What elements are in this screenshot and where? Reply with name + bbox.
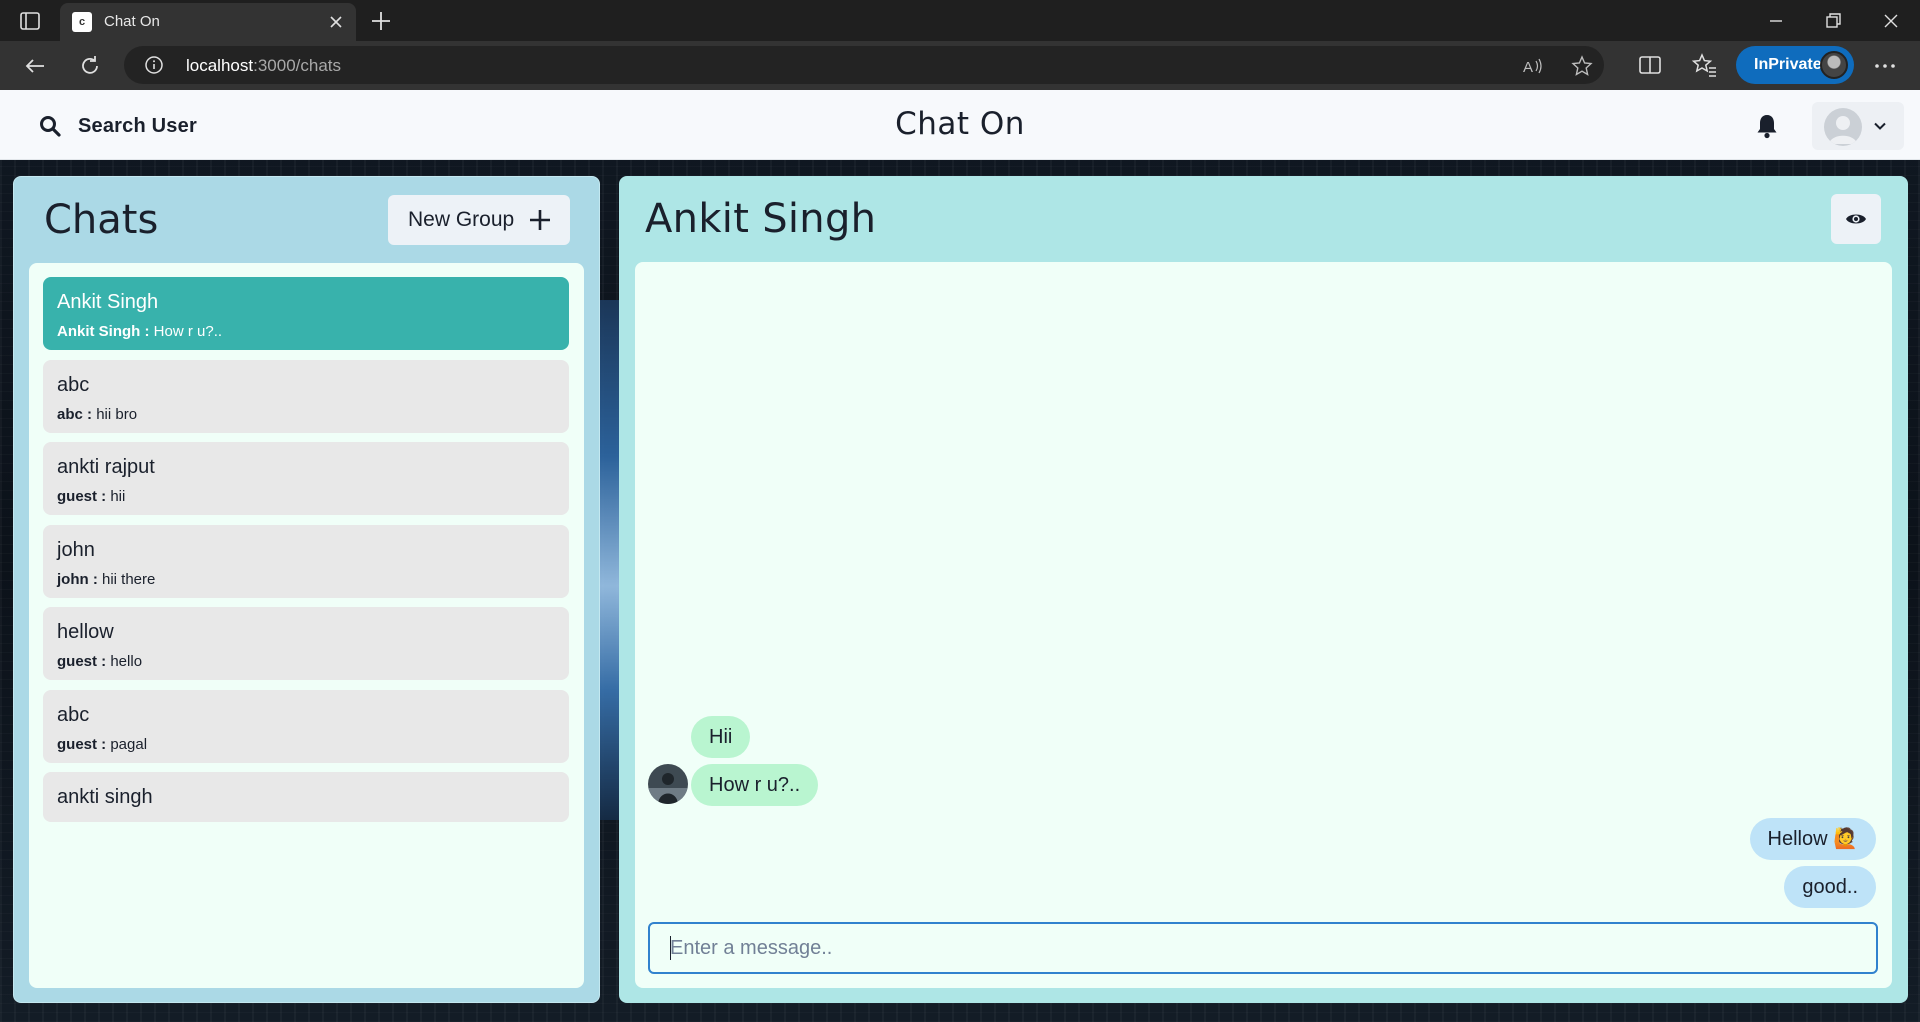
chat-latest-sender: guest : — [57, 736, 107, 753]
chat-latest-sender: guest : — [57, 653, 107, 670]
user-avatar-icon — [1824, 108, 1862, 146]
messages-area: Hii How r u?.. Hellow 🙋 good.. — [635, 262, 1892, 988]
bell-icon[interactable] — [1753, 112, 1781, 140]
favorite-star-icon[interactable] — [1571, 55, 1593, 77]
split-screen-icon[interactable] — [1636, 51, 1664, 79]
chat-latest-text: hii bro — [96, 406, 138, 423]
tab-close-icon[interactable] — [326, 12, 346, 32]
tab-title: Chat On — [104, 13, 160, 30]
chat-item[interactable]: abc guest : pagal — [43, 690, 569, 763]
eye-icon — [1845, 209, 1867, 229]
message-bubble: How r u?.. — [691, 764, 819, 806]
favorites-icon[interactable] — [1690, 51, 1718, 79]
chat-latest-text: hii — [110, 488, 126, 505]
browser-profile-avatar — [1820, 51, 1848, 79]
more-icon[interactable] — [1870, 51, 1900, 81]
conversation-title: Ankit Singh — [645, 196, 877, 242]
chat-latest-message: abc : hii bro — [57, 406, 137, 423]
window-close-icon[interactable] — [1876, 6, 1906, 36]
app-header: Search User Chat On — [0, 90, 1920, 160]
app-title: Chat On — [895, 106, 1025, 142]
chat-latest-sender: abc : — [57, 406, 93, 423]
chat-latest-text: pagal — [110, 736, 148, 753]
text-caret — [670, 936, 671, 960]
svg-text:A: A — [1523, 59, 1533, 76]
message-bubble: Hellow 🙋 — [1749, 818, 1876, 860]
tab-actions-icon[interactable] — [18, 9, 42, 33]
chat-latest-text: How r u?.. — [153, 323, 223, 340]
chat-item[interactable]: hellow guest : hello — [43, 607, 569, 680]
chat-latest-message: guest : hii — [57, 488, 125, 505]
chat-latest-message: guest : hello — [57, 653, 142, 670]
profile-menu-button[interactable] — [1812, 102, 1904, 150]
chat-latest-sender: guest : — [57, 488, 107, 505]
chat-latest-message: john : hii there — [57, 571, 155, 588]
my-chats-panel: Chats New Group Ankit Singh Ankit Singh … — [13, 176, 600, 1003]
chat-list: Ankit Singh Ankit Singh : How r u?.. abc… — [29, 263, 584, 988]
browser-tab-bar: c Chat On — [0, 0, 1920, 41]
browser-address-bar: localhost:3000/chats A InPrivate — [0, 41, 1920, 90]
inprivate-label: InPrivate — [1754, 56, 1822, 73]
message-bubble: good.. — [1784, 866, 1876, 908]
sender-avatar[interactable] — [648, 764, 688, 804]
chat-name: abc — [57, 704, 90, 726]
new-group-label: New Group — [408, 208, 515, 231]
info-icon[interactable] — [144, 55, 164, 75]
view-profile-button[interactable] — [1831, 194, 1881, 244]
chat-item[interactable]: ankti singh — [43, 772, 569, 822]
chat-item[interactable]: ankti rajput guest : hii — [43, 442, 569, 515]
single-chat-panel: Ankit Singh Hii How r u?.. Hellow 🙋 good… — [619, 176, 1908, 1003]
read-aloud-icon[interactable]: A — [1522, 55, 1544, 77]
background-image — [600, 300, 620, 820]
chat-latest-sender: Ankit Singh : — [57, 323, 150, 340]
refresh-icon[interactable] — [75, 51, 105, 81]
restore-icon[interactable] — [1818, 6, 1848, 36]
url-path: :3000/chats — [253, 56, 342, 75]
chat-item[interactable]: Ankit Singh Ankit Singh : How r u?.. — [43, 277, 569, 350]
chevron-down-icon — [1872, 118, 1888, 134]
url-host: localhost — [186, 56, 254, 75]
tab-favicon-icon: c — [72, 12, 92, 32]
url-field[interactable]: localhost:3000/chats A — [124, 46, 1604, 84]
back-icon[interactable] — [20, 51, 50, 81]
chat-name: ankti rajput — [57, 456, 155, 478]
new-tab-icon[interactable] — [368, 8, 394, 34]
chat-item[interactable]: abc abc : hii bro — [43, 360, 569, 433]
chat-latest-sender: john : — [57, 571, 98, 588]
chat-name: Ankit Singh — [57, 291, 159, 313]
chat-page: Search User Chat On Chats New Group Anki… — [0, 90, 1920, 1022]
chat-latest-message: Ankit Singh : How r u?.. — [57, 323, 222, 340]
chat-latest-message: guest : pagal — [57, 736, 147, 753]
browser-tab[interactable]: c Chat On — [60, 3, 356, 41]
chats-title: Chats — [44, 197, 159, 243]
chat-latest-text: hello — [110, 653, 143, 670]
chat-item[interactable]: john john : hii there — [43, 525, 569, 598]
chat-latest-text: hii there — [102, 571, 156, 588]
plus-icon — [528, 208, 552, 232]
chat-name: ankti singh — [57, 786, 153, 808]
message-bubble: Hii — [691, 716, 751, 758]
url-text: localhost:3000/chats — [186, 56, 341, 76]
inprivate-button[interactable]: InPrivate — [1736, 46, 1854, 84]
message-input[interactable] — [648, 922, 1878, 974]
minimize-icon[interactable] — [1761, 6, 1791, 36]
chat-name: abc — [57, 374, 90, 396]
new-group-button[interactable]: New Group — [388, 195, 570, 245]
chat-name: john — [57, 539, 95, 561]
chat-name: hellow — [57, 621, 114, 643]
